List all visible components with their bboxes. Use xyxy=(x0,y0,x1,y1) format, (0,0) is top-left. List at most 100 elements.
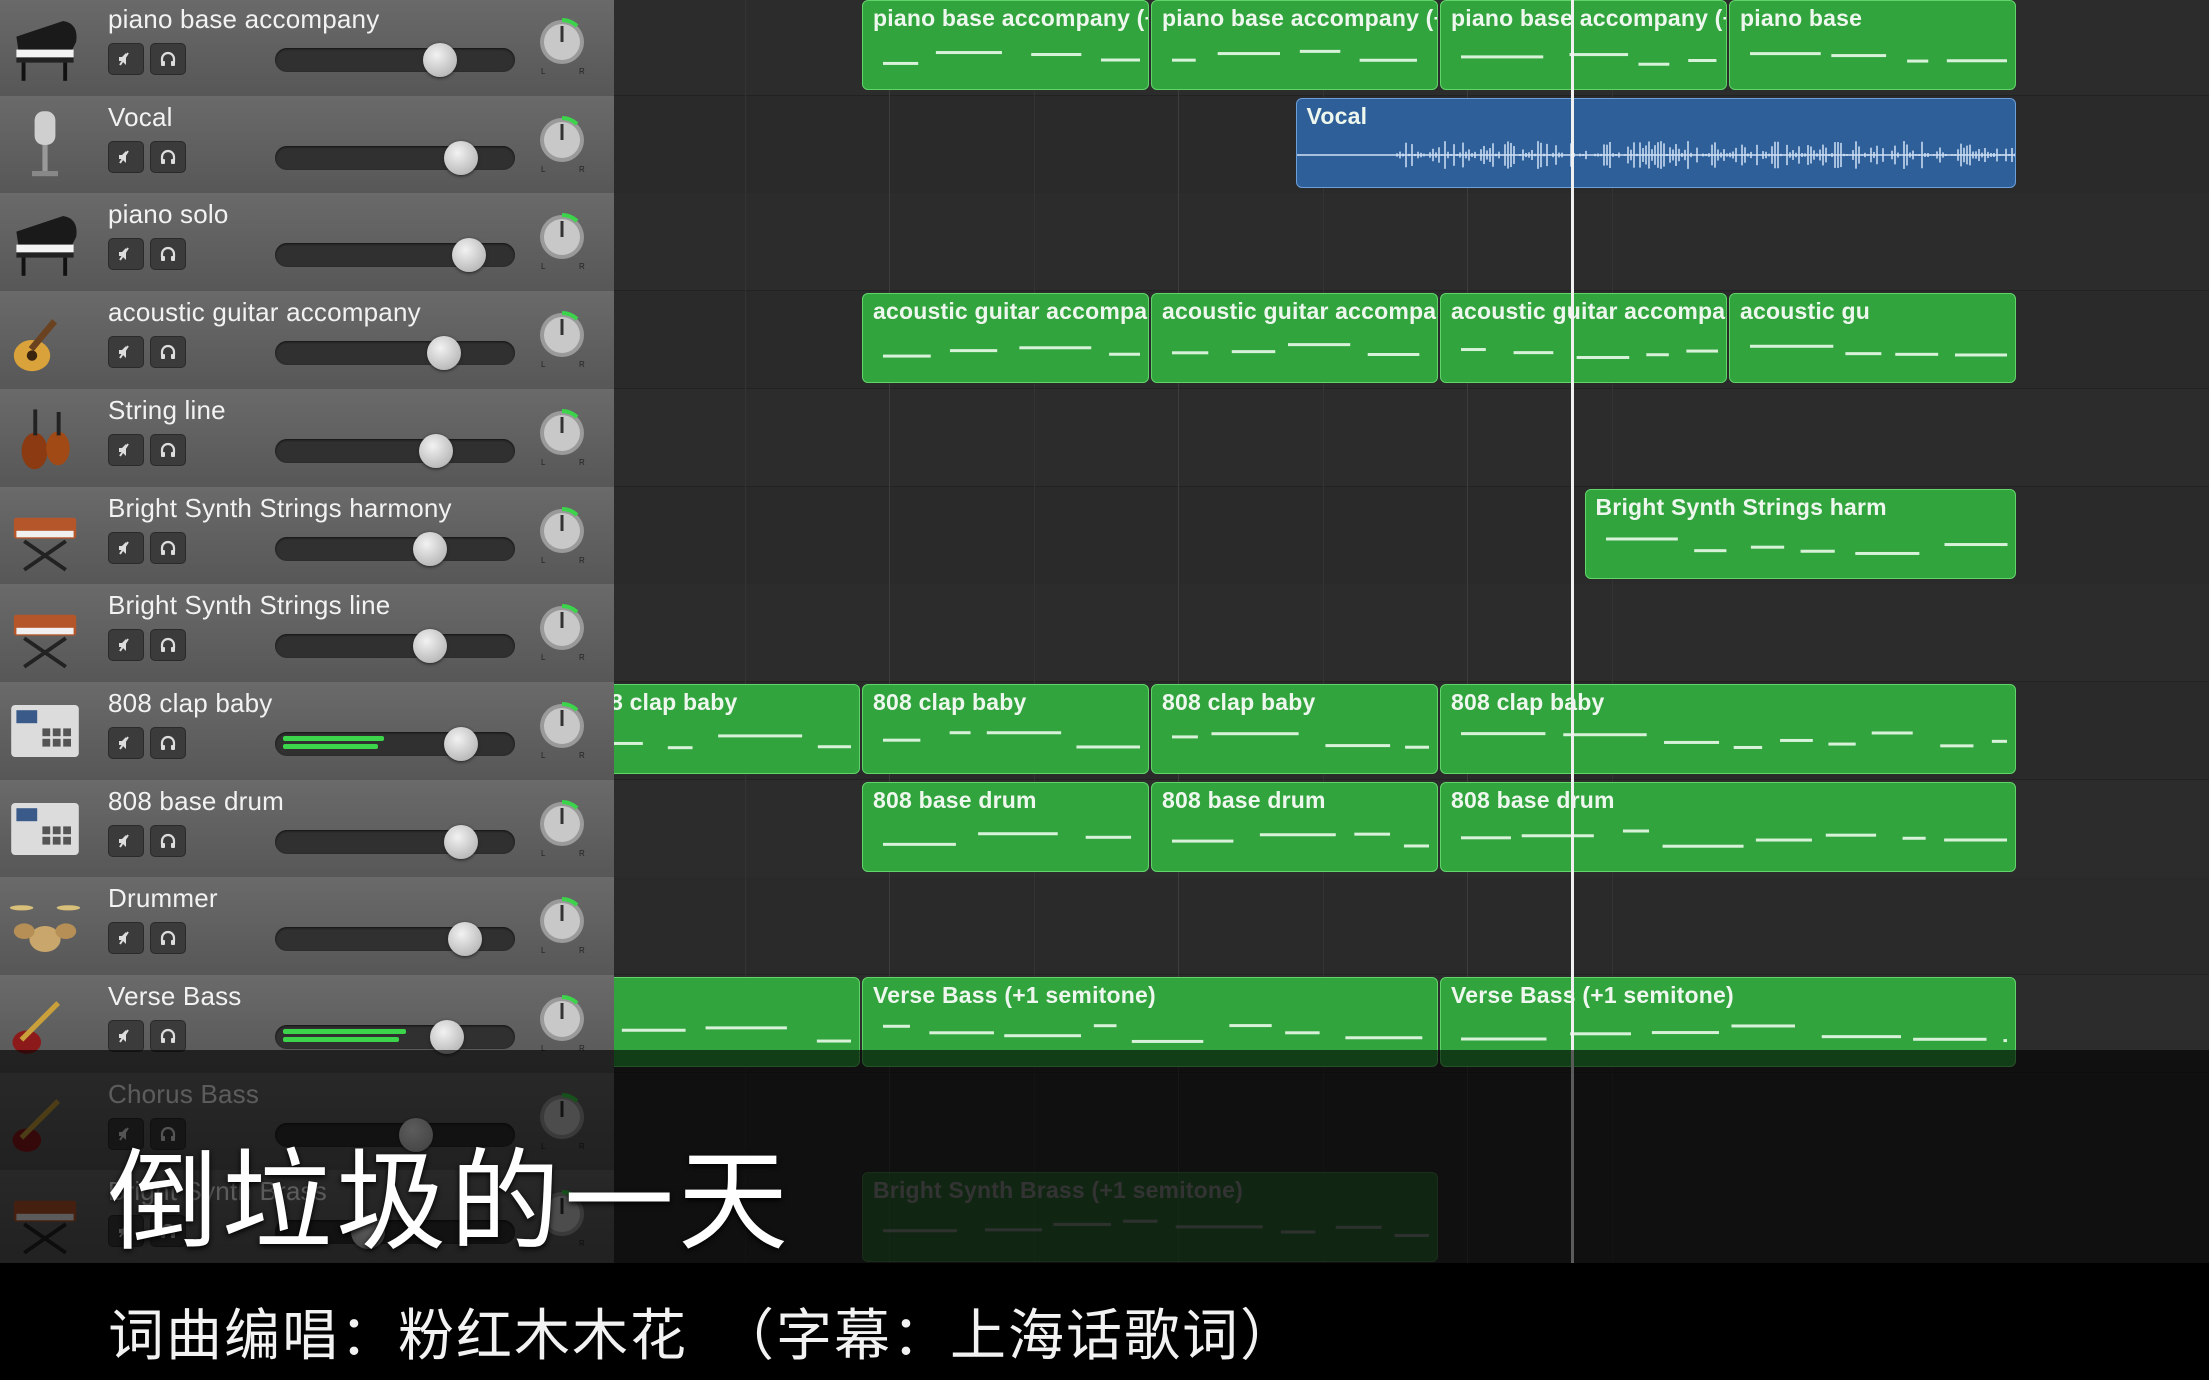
midi-region[interactable]: acoustic gu xyxy=(1729,293,2016,384)
midi-notes xyxy=(863,37,1148,89)
svg-text:L: L xyxy=(541,458,546,467)
mute-button[interactable] xyxy=(108,922,144,955)
fader-handle[interactable] xyxy=(429,1020,464,1054)
track-name: acoustic guitar accompany xyxy=(108,297,421,328)
pan-knob[interactable]: LR xyxy=(537,698,587,760)
svg-text:L: L xyxy=(541,946,546,955)
track-lane[interactable] xyxy=(614,877,2209,976)
pan-knob[interactable]: LR xyxy=(537,112,587,174)
volume-fader[interactable] xyxy=(275,726,515,761)
track-header[interactable]: Bright Synth Strings harmony L R xyxy=(0,486,614,586)
mute-button[interactable] xyxy=(108,726,144,759)
fader-handle[interactable] xyxy=(452,238,487,273)
pan-knob[interactable]: LR xyxy=(537,796,587,858)
midi-region[interactable]: 808 clap baby xyxy=(1440,683,2016,774)
volume-fader[interactable] xyxy=(275,824,515,859)
fader-handle[interactable] xyxy=(413,531,448,566)
midi-region[interactable]: 808 base drum xyxy=(862,781,1149,872)
mute-button[interactable] xyxy=(108,433,144,466)
fader-handle[interactable] xyxy=(448,922,483,957)
drum-kit-icon xyxy=(6,887,84,965)
fader-handle[interactable] xyxy=(427,336,462,371)
mute-button[interactable] xyxy=(108,140,144,173)
volume-fader[interactable] xyxy=(275,922,515,957)
midi-region[interactable]: piano base accompany (+ xyxy=(1440,0,1727,90)
headphones-solo-button[interactable] xyxy=(150,140,186,173)
midi-region[interactable]: 808 base drum xyxy=(1151,781,1438,872)
fader-handle[interactable] xyxy=(443,140,478,175)
track-header[interactable]: piano solo L R xyxy=(0,193,614,293)
credits-text: 词曲编唱：粉红木木花 （字幕：上海话歌词） xyxy=(108,1304,1298,1369)
midi-region[interactable]: 808 clap baby xyxy=(862,683,1149,774)
midi-region[interactable]: Bright Synth Strings harm xyxy=(1584,488,2016,579)
pan-knob[interactable]: LR xyxy=(537,307,587,369)
headphones-solo-button[interactable] xyxy=(150,433,186,466)
midi-region[interactable]: piano base accompany (+ xyxy=(862,0,1149,90)
headphones-solo-button[interactable] xyxy=(150,824,186,857)
midi-region[interactable]: acoustic guitar accompan xyxy=(1151,293,1438,384)
mute-button[interactable] xyxy=(108,531,144,564)
pan-knob[interactable]: LR xyxy=(537,209,587,271)
track-header[interactable]: Vocal L R xyxy=(0,95,614,195)
volume-fader[interactable] xyxy=(275,433,515,468)
volume-fader[interactable] xyxy=(275,140,515,175)
waveform xyxy=(1296,135,2016,187)
track-lane[interactable] xyxy=(614,388,2209,487)
headphones-solo-button[interactable] xyxy=(150,1020,186,1052)
volume-fader[interactable] xyxy=(275,336,515,371)
track-header[interactable]: 808 clap baby L R xyxy=(0,681,614,781)
midi-region[interactable]: piano base accompany (+ xyxy=(1151,0,1438,90)
fader-handle[interactable] xyxy=(443,824,478,859)
mute-button[interactable] xyxy=(108,336,144,369)
midi-region[interactable]: piano base xyxy=(1729,0,2016,90)
track-header[interactable]: String line L R xyxy=(0,388,614,488)
midi-region[interactable]: acoustic guitar accompan xyxy=(1440,293,1727,384)
track-header[interactable]: acoustic guitar accompany L R xyxy=(0,291,614,391)
volume-fader[interactable] xyxy=(275,238,515,273)
track-lane[interactable] xyxy=(614,584,2209,683)
headphones-solo-button[interactable] xyxy=(150,336,186,369)
grand-piano-icon xyxy=(6,203,84,281)
headphones-solo-button[interactable] xyxy=(150,726,186,759)
volume-fader[interactable] xyxy=(275,43,515,77)
headphones-solo-button[interactable] xyxy=(150,629,186,662)
track-header[interactable]: piano base accompany L R xyxy=(0,0,614,97)
mute-button[interactable] xyxy=(108,43,144,75)
fader-handle[interactable] xyxy=(423,43,458,77)
track-lane[interactable] xyxy=(614,193,2209,292)
mute-button[interactable] xyxy=(108,238,144,271)
region-name: 808 base drum xyxy=(1162,786,1326,813)
headphones-solo-button[interactable] xyxy=(150,531,186,564)
headphones-solo-button[interactable] xyxy=(150,922,186,955)
mute-button[interactable] xyxy=(108,824,144,857)
track-name: piano base accompany xyxy=(108,4,380,34)
midi-region[interactable]: 808 clap baby xyxy=(614,683,860,774)
mute-button[interactable] xyxy=(108,629,144,662)
midi-notes xyxy=(1441,819,2015,871)
pan-knob[interactable]: LR xyxy=(537,991,587,1053)
headphones-solo-button[interactable] xyxy=(150,238,186,271)
volume-fader[interactable] xyxy=(275,531,515,566)
track-name: piano solo xyxy=(108,199,229,230)
fader-handle[interactable] xyxy=(419,433,454,468)
midi-notes xyxy=(1730,330,2015,382)
svg-text:R: R xyxy=(579,946,585,955)
track-header[interactable]: Drummer L R xyxy=(0,877,614,977)
midi-region[interactable]: 808 base drum xyxy=(1440,781,2016,872)
track-header[interactable]: Bright Synth Strings line L R xyxy=(0,584,614,684)
mute-button[interactable] xyxy=(108,1020,144,1052)
audio-region[interactable]: Vocal xyxy=(1295,97,2016,188)
track-header[interactable]: 808 base drum L R xyxy=(0,779,614,879)
fader-handle[interactable] xyxy=(413,629,448,664)
pan-knob[interactable]: LR xyxy=(537,14,587,76)
fader-handle[interactable] xyxy=(443,726,478,761)
pan-knob[interactable]: LR xyxy=(537,503,587,565)
midi-region[interactable]: acoustic guitar accompan xyxy=(862,293,1149,384)
pan-knob[interactable]: LR xyxy=(537,405,587,467)
volume-fader[interactable] xyxy=(275,1020,515,1054)
midi-region[interactable]: 808 clap baby xyxy=(1151,683,1438,774)
volume-fader[interactable] xyxy=(275,629,515,664)
pan-knob[interactable]: LR xyxy=(537,600,587,662)
headphones-solo-button[interactable] xyxy=(150,43,186,75)
pan-knob[interactable]: LR xyxy=(537,893,587,955)
